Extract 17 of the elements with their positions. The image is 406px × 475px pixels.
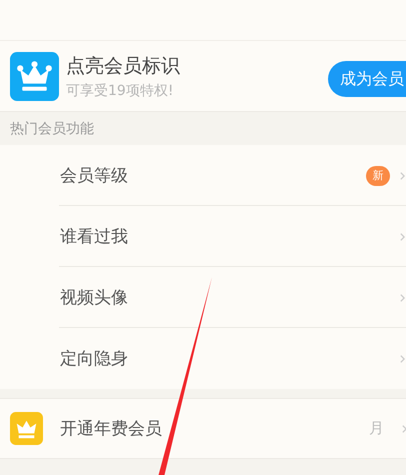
feature-label[interactable]: 会员等级 (60, 164, 366, 187)
feature-label[interactable]: 定向隐身 (60, 347, 400, 370)
chevron-icon (400, 352, 405, 364)
annual-value: 月 (369, 419, 384, 438)
feature-label[interactable]: 视频头像 (60, 286, 400, 309)
section-header: 热门会员功能 (10, 120, 94, 138)
chevron-icon (400, 230, 405, 242)
card-title: 点亮会员标识 (66, 54, 181, 78)
crown-icon (10, 52, 59, 100)
feature-label[interactable]: 谁看过我 (60, 225, 400, 248)
annual-member-label[interactable]: 开通年费会员 (60, 417, 369, 440)
crown-icon (10, 412, 43, 445)
chevron-icon (400, 170, 405, 182)
card-subtitle: 可享受19项特权! (66, 82, 174, 100)
chevron-icon (402, 422, 406, 434)
new-badge: 新 (366, 166, 390, 186)
chevron-icon (400, 292, 405, 304)
